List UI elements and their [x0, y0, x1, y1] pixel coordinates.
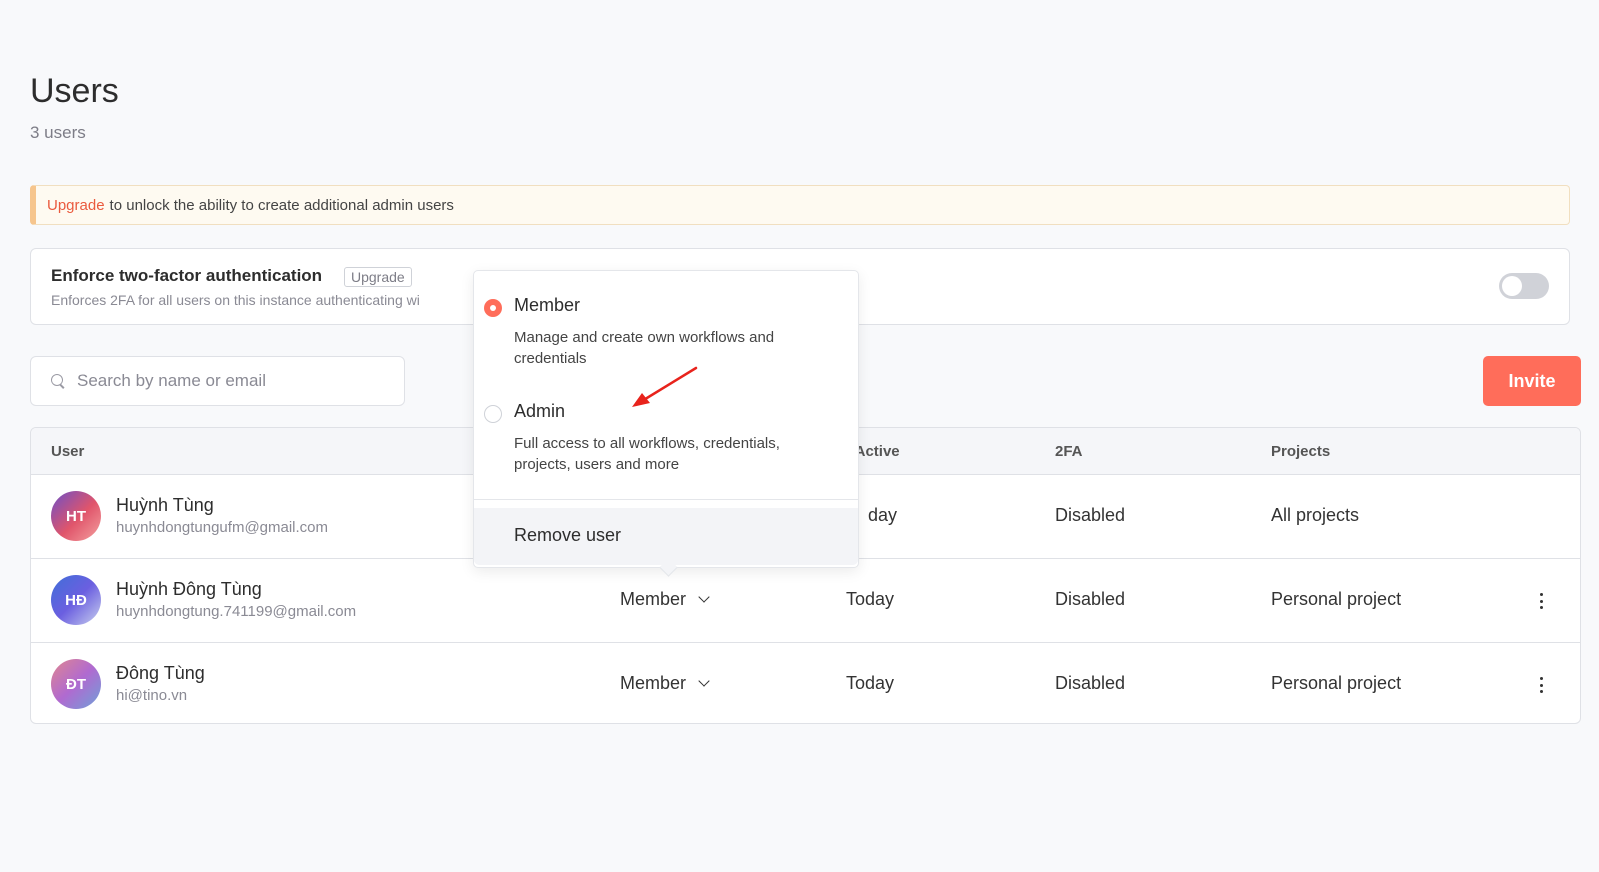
table-row: ĐT Đông Tùng hi@tino.vn Member Today Dis… [31, 643, 1580, 723]
upgrade-banner: Upgrade to unlock the ability to create … [30, 185, 1570, 225]
column-2fa: 2FA [1055, 443, 1083, 460]
kebab-menu-icon[interactable] [1536, 675, 1546, 695]
user-count: 3 users [30, 123, 86, 142]
two-factor-description: Enforces 2FA for all users on this insta… [51, 292, 420, 308]
last-active-value: Today [846, 589, 895, 609]
chevron-down-icon [698, 675, 710, 687]
page-title: Users [30, 72, 119, 110]
role-option-label: Admin [514, 401, 566, 421]
dropdown-divider [474, 499, 858, 500]
two-factor-title: Enforce two-factor authentication [51, 266, 323, 285]
projects-value: Personal project [1271, 673, 1402, 693]
remove-user-button[interactable]: Remove user [474, 508, 858, 565]
upgrade-badge[interactable]: Upgrade [344, 267, 412, 287]
kebab-menu-icon[interactable] [1536, 591, 1546, 611]
twofa-status: Disabled [1055, 673, 1126, 693]
upgrade-link[interactable]: Upgrade [47, 197, 105, 214]
user-email: huynhdongtungufm@gmail.com [116, 519, 329, 536]
two-factor-toggle[interactable] [1499, 273, 1549, 299]
upgrade-banner-text: to unlock the ability to create addition… [109, 196, 454, 214]
role-option-member[interactable]: Member Manage and create own workflows a… [474, 291, 858, 371]
role-option-description: Manage and create own workflows and cred… [514, 329, 775, 367]
avatar: HT [51, 491, 101, 541]
table-row: HĐ Huỳnh Đông Tùng huynhdongtung.741199@… [31, 559, 1580, 643]
role-select[interactable]: Member [620, 589, 710, 610]
avatar: ĐT [51, 659, 101, 709]
last-active-value: day [868, 505, 898, 525]
search-input[interactable] [77, 371, 377, 391]
last-active-value: Today [846, 673, 895, 693]
twofa-status: Disabled [1055, 505, 1126, 525]
user-name: Huỳnh Đông Tùng [116, 579, 262, 599]
role-dropdown: Member Manage and create own workflows a… [473, 270, 859, 568]
user-name: Đông Tùng [116, 663, 205, 683]
user-email: hi@tino.vn [116, 687, 188, 704]
column-projects: Projects [1271, 443, 1331, 460]
user-name: Huỳnh Tùng [116, 495, 214, 515]
chevron-down-icon [698, 591, 710, 603]
member-radio[interactable] [484, 299, 502, 317]
invite-button[interactable]: Invite [1483, 356, 1581, 406]
role-select[interactable]: Member [620, 673, 710, 694]
search-box [30, 356, 405, 406]
avatar: HĐ [51, 575, 101, 625]
admin-radio[interactable] [484, 405, 502, 423]
user-email: huynhdongtung.741199@gmail.com [116, 603, 357, 620]
column-user: User [51, 443, 85, 460]
role-value: Member [620, 589, 687, 609]
role-option-label: Member [514, 295, 581, 315]
role-value: Member [620, 673, 687, 693]
twofa-status: Disabled [1055, 589, 1126, 609]
projects-value: Personal project [1271, 589, 1402, 609]
projects-value: All projects [1271, 505, 1360, 525]
annotation-arrow-icon [632, 366, 698, 407]
role-option-description: Full access to all workflows, credential… [514, 435, 780, 473]
search-icon [51, 374, 65, 388]
